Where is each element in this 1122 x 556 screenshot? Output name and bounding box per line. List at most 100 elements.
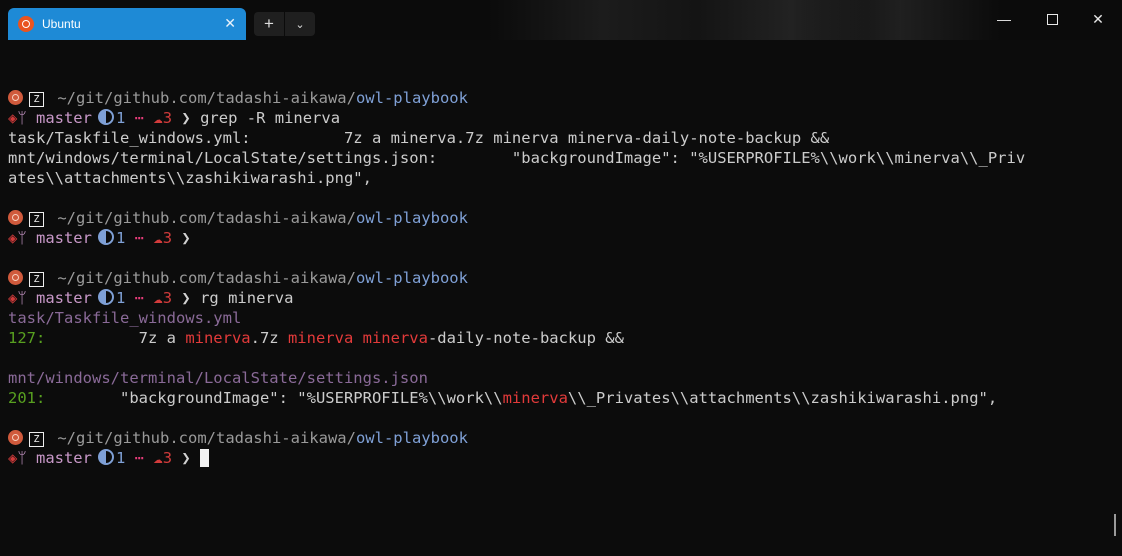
cloud-count: 3 <box>162 449 173 467</box>
prompt-path-line: Z ~/git/github.com/tadashi-aikawa/owl-pl… <box>8 428 1114 448</box>
match-text: \\_Privates\\attachments\\zashikiwarashi… <box>567 389 998 407</box>
path-prefix: ~/git/github.com/tadashi-aikawa/ <box>57 269 356 287</box>
path-prefix: ~/git/github.com/tadashi-aikawa/ <box>57 209 356 227</box>
repo-name: owl-playbook <box>355 269 468 287</box>
match-text <box>353 329 362 347</box>
cloud-upload-icon: ☁ <box>153 229 163 247</box>
prompt-chevron: ❯ <box>181 109 191 127</box>
line-number: 201: <box>8 389 46 407</box>
branch-name: master <box>35 109 92 127</box>
prompt-path-line: Z ~/git/github.com/tadashi-aikawa/owl-pl… <box>8 268 1114 288</box>
ahead-count: 1 <box>115 229 126 247</box>
path-prefix: ~/git/github.com/tadashi-aikawa/ <box>57 429 356 447</box>
ubuntu-icon <box>18 16 34 32</box>
ubuntu-icon <box>8 430 23 445</box>
match-text: -daily-note-backup && <box>427 329 624 347</box>
branch-name: master <box>35 229 92 247</box>
cloud-upload-icon: ☁ <box>153 289 163 307</box>
z-icon: Z <box>29 92 44 107</box>
match-highlight: minerva <box>287 329 354 347</box>
repo-name: owl-playbook <box>355 429 468 447</box>
git-icon: ◈ <box>8 289 18 307</box>
output-line: ates\\attachments\\zashikiwarashi.png", <box>8 169 372 187</box>
git-icon: ◈ <box>8 449 18 467</box>
prompt-chevron: ❯ <box>181 449 191 467</box>
match-text: 7z a <box>45 329 186 347</box>
prompt-status-line: ◈ᛘ master 1 ⋯ ☁3 ❯ <box>8 228 1114 248</box>
git-icon: ◈ <box>8 109 18 127</box>
prompt-chevron: ❯ <box>181 229 191 247</box>
branch-name: master <box>35 449 92 467</box>
tab-ubuntu[interactable]: Ubuntu ✕ <box>8 8 246 40</box>
tab-dropdown-button[interactable]: ⌄ <box>285 12 315 36</box>
prompt-path-line: Z ~/git/github.com/tadashi-aikawa/owl-pl… <box>8 88 1114 108</box>
match-text: "backgroundImage": "%USERPROFILE%\\work\… <box>45 389 503 407</box>
rg-filename: mnt/windows/terminal/LocalState/settings… <box>8 369 428 387</box>
half-circle-icon <box>97 289 114 305</box>
dots-icon: ⋯ <box>134 449 145 467</box>
match-text: .7z <box>250 329 288 347</box>
match-highlight: minerva <box>185 329 251 347</box>
prompt-status-line: ◈ᛘ master 1 ⋯ ☁3 ❯ grep -R minerva <box>8 108 1114 128</box>
scrollbar[interactable] <box>1114 514 1116 536</box>
title-bar: Ubuntu ✕ + ⌄ — ✕ <box>0 0 1122 40</box>
rg-match-line: 127: 7z a minerva.7z minerva minerva-dai… <box>8 328 1114 348</box>
cloud-count: 3 <box>162 229 173 247</box>
ahead-count: 1 <box>115 289 126 307</box>
close-window-button[interactable]: ✕ <box>1080 4 1116 34</box>
output-line: task/Taskfile_windows.yml: 7z a minerva.… <box>8 129 830 147</box>
ahead-count: 1 <box>115 449 126 467</box>
terminal-output[interactable]: Z ~/git/github.com/tadashi-aikawa/owl-pl… <box>8 68 1114 538</box>
tab-title: Ubuntu <box>42 17 81 31</box>
text-cursor <box>200 449 210 467</box>
new-tab-button[interactable]: + <box>254 12 284 36</box>
match-highlight: minerva <box>362 329 428 347</box>
prompt-status-line: ◈ᛘ master 1 ⋯ ☁3 ❯ rg minerva <box>8 288 1114 308</box>
ubuntu-icon <box>8 270 23 285</box>
z-icon: Z <box>29 432 44 447</box>
prompt-path-line: Z ~/git/github.com/tadashi-aikawa/owl-pl… <box>8 208 1114 228</box>
half-circle-icon <box>97 449 114 465</box>
ubuntu-icon <box>8 210 23 225</box>
line-number: 127: <box>8 329 46 347</box>
repo-name: owl-playbook <box>355 89 468 107</box>
maximize-button[interactable] <box>1034 4 1070 34</box>
ahead-count: 1 <box>115 109 126 127</box>
output-line: mnt/windows/terminal/LocalState/settings… <box>8 149 1026 167</box>
prompt-status-line: ◈ᛘ master 1 ⋯ ☁3 ❯ <box>8 448 1114 468</box>
cloud-upload-icon: ☁ <box>153 449 163 467</box>
branch-icon: ᛘ <box>17 229 36 247</box>
ubuntu-icon <box>8 90 23 105</box>
cloud-count: 3 <box>162 289 173 307</box>
dots-icon: ⋯ <box>134 229 145 247</box>
branch-icon: ᛘ <box>17 449 36 467</box>
cloud-upload-icon: ☁ <box>153 109 163 127</box>
maximize-icon <box>1046 13 1058 25</box>
titlebar-background-art-highlight <box>800 0 1000 40</box>
tab-close-icon[interactable]: ✕ <box>224 15 236 32</box>
dots-icon: ⋯ <box>134 289 145 307</box>
command-text: grep -R minerva <box>200 109 341 127</box>
half-circle-icon <box>97 229 114 245</box>
half-circle-icon <box>97 109 114 125</box>
branch-name: master <box>35 289 92 307</box>
git-icon: ◈ <box>8 229 18 247</box>
path-prefix: ~/git/github.com/tadashi-aikawa/ <box>57 89 356 107</box>
rg-match-line: 201: "backgroundImage": "%USERPROFILE%\\… <box>8 388 1114 408</box>
branch-icon: ᛘ <box>17 289 36 307</box>
match-highlight: minerva <box>502 389 568 407</box>
minimize-button[interactable]: — <box>986 4 1022 34</box>
z-icon: Z <box>29 212 44 227</box>
command-text: rg minerva <box>200 289 294 307</box>
branch-icon: ᛘ <box>17 109 36 127</box>
cloud-count: 3 <box>162 109 173 127</box>
prompt-chevron: ❯ <box>181 289 191 307</box>
dots-icon: ⋯ <box>134 109 145 127</box>
repo-name: owl-playbook <box>355 209 468 227</box>
rg-filename: task/Taskfile_windows.yml <box>8 309 242 327</box>
